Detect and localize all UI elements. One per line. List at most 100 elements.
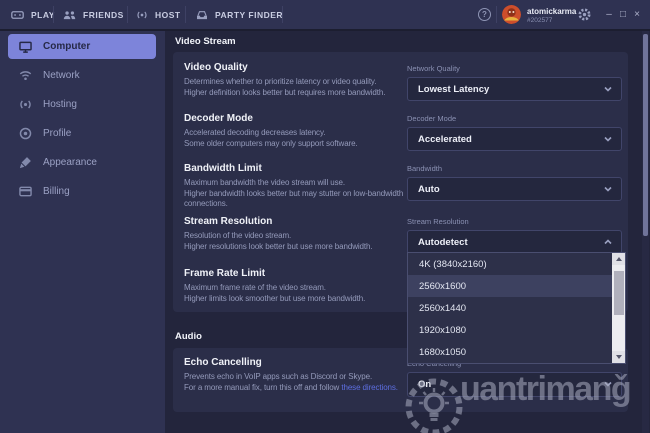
nav-divider bbox=[282, 6, 283, 23]
setting-description: Accelerated decoding decreases latency. bbox=[184, 128, 412, 139]
sidebar-item-billing[interactable]: Billing bbox=[8, 179, 156, 204]
appearance-icon bbox=[19, 156, 32, 169]
tab-friends[interactable]: FRIENDS bbox=[63, 0, 124, 29]
setting-row-video-quality: Video Quality Determines whether to prio… bbox=[184, 62, 412, 98]
nav-divider bbox=[496, 6, 497, 23]
setting-row-echo-cancelling: Echo Cancelling Prevents echo in VoIP ap… bbox=[184, 357, 412, 393]
setting-description: Higher limits look smoother but use more… bbox=[184, 294, 412, 305]
select-value: Autodetect bbox=[418, 237, 468, 248]
setting-description: For a more manual fix, turn this off and… bbox=[184, 383, 412, 394]
setting-description: connections. bbox=[184, 199, 412, 210]
control-label: Decoder Mode bbox=[407, 114, 622, 123]
sidebar-item-network[interactable]: Network bbox=[8, 63, 156, 88]
username[interactable]: atomickarma bbox=[527, 7, 576, 16]
decoder-mode-select[interactable]: Accelerated bbox=[407, 127, 622, 151]
sidebar-item-profile[interactable]: Profile bbox=[8, 121, 156, 146]
these-directions-link[interactable]: these directions. bbox=[341, 383, 398, 392]
setting-title: Frame Rate Limit bbox=[184, 268, 412, 279]
setting-title: Bandwidth Limit bbox=[184, 163, 412, 174]
sidebar-item-hosting[interactable]: Hosting bbox=[8, 92, 156, 117]
chevron-down-icon bbox=[604, 86, 612, 92]
chevron-down-icon bbox=[604, 381, 612, 387]
tab-label: PARTY FINDER bbox=[215, 10, 283, 20]
bandwidth-control: Bandwidth Auto bbox=[407, 164, 622, 201]
setting-title: Stream Resolution bbox=[184, 216, 412, 227]
minimize-button[interactable]: – bbox=[603, 0, 615, 29]
select-value: On bbox=[418, 379, 431, 390]
control-label: Network Quality bbox=[407, 64, 622, 73]
audio-section-title: Audio bbox=[175, 331, 202, 342]
close-button[interactable]: × bbox=[631, 0, 643, 29]
setting-description: Some older computers may only support so… bbox=[184, 139, 412, 150]
parsec-window: PLAY FRIENDS HOST PARTY FINDER ? atomick… bbox=[0, 0, 650, 433]
page-scrollbar-thumb[interactable] bbox=[643, 34, 648, 236]
setting-description: Resolution of the video stream. bbox=[184, 231, 412, 242]
dropdown-option-2560x1440[interactable]: 2560x1440 bbox=[408, 297, 625, 319]
scrollbar-thumb[interactable] bbox=[614, 271, 624, 315]
scroll-down-button[interactable] bbox=[612, 351, 625, 363]
control-label: Bandwidth bbox=[407, 164, 622, 173]
billing-icon bbox=[19, 186, 32, 197]
tab-label: FRIENDS bbox=[83, 10, 124, 20]
bandwidth-select[interactable]: Auto bbox=[407, 177, 622, 201]
echo-cancelling-select[interactable]: On bbox=[407, 372, 622, 397]
page-scrollbar[interactable] bbox=[642, 31, 649, 433]
chevron-down-icon bbox=[604, 186, 612, 192]
nav-divider bbox=[127, 6, 128, 23]
select-value: Lowest Latency bbox=[418, 84, 489, 95]
chevron-down-icon bbox=[604, 136, 612, 142]
sidebar-item-label: Network bbox=[43, 70, 80, 81]
select-value: Accelerated bbox=[418, 134, 472, 145]
tab-host[interactable]: HOST bbox=[136, 0, 181, 29]
avatar-image bbox=[502, 5, 521, 24]
sidebar-item-label: Billing bbox=[43, 186, 70, 197]
dropdown-option-1680x1050[interactable]: 1680x1050 bbox=[408, 341, 625, 363]
setting-row-decoder-mode: Decoder Mode Accelerated decoding decrea… bbox=[184, 113, 412, 149]
profile-icon bbox=[19, 127, 32, 140]
decoder-mode-control: Decoder Mode Accelerated bbox=[407, 114, 622, 151]
select-value: Auto bbox=[418, 184, 440, 195]
setting-description: Maximum bandwidth the video stream will … bbox=[184, 178, 412, 189]
maximize-button[interactable]: □ bbox=[617, 0, 629, 29]
sidebar-item-label: Appearance bbox=[43, 157, 97, 168]
monitor-icon bbox=[19, 41, 32, 53]
broadcast-icon bbox=[19, 99, 32, 110]
help-icon[interactable]: ? bbox=[478, 8, 491, 21]
tab-label: HOST bbox=[155, 10, 181, 20]
tab-party-finder[interactable]: PARTY FINDER bbox=[196, 0, 283, 29]
sidebar-item-label: Computer bbox=[43, 41, 90, 52]
echo-cancelling-control: Echo Cancelling On bbox=[407, 359, 622, 397]
gear-icon[interactable] bbox=[577, 7, 592, 27]
resolution-dropdown-list: 4K (3840x2160) 2560x1600 2560x1440 1920x… bbox=[407, 252, 626, 364]
setting-description: Determines whether to prioritize latency… bbox=[184, 77, 412, 88]
setting-row-bandwidth-limit: Bandwidth Limit Maximum bandwidth the vi… bbox=[184, 163, 412, 210]
dropdown-scrollbar[interactable] bbox=[612, 253, 625, 363]
sidebar-item-appearance[interactable]: Appearance bbox=[8, 150, 156, 175]
video-stream-section-title: Video Stream bbox=[175, 36, 236, 47]
party-finder-icon bbox=[196, 10, 208, 20]
network-quality-control: Network Quality Lowest Latency bbox=[407, 64, 622, 101]
setting-row-stream-resolution: Stream Resolution Resolution of the vide… bbox=[184, 216, 412, 252]
wifi-icon bbox=[19, 70, 32, 81]
setting-description: Higher definition looks better but requi… bbox=[184, 88, 412, 99]
stream-resolution-control: Stream Resolution Autodetect bbox=[407, 217, 622, 254]
sidebar: Computer Network Hosting Profile Appeara… bbox=[0, 31, 165, 433]
nav-divider bbox=[185, 6, 186, 23]
nav-divider bbox=[53, 6, 54, 23]
dropdown-option-1920x1080[interactable]: 1920x1080 bbox=[408, 319, 625, 341]
network-quality-select[interactable]: Lowest Latency bbox=[407, 77, 622, 101]
dropdown-option-2560x1600[interactable]: 2560x1600 bbox=[408, 275, 625, 297]
sidebar-item-label: Hosting bbox=[43, 99, 77, 110]
sidebar-item-computer[interactable]: Computer bbox=[8, 34, 156, 59]
avatar[interactable] bbox=[502, 5, 521, 24]
dropdown-option-4k[interactable]: 4K (3840x2160) bbox=[408, 253, 625, 275]
setting-description: Maximum frame rate of the video stream. bbox=[184, 283, 412, 294]
tab-play[interactable]: PLAY bbox=[11, 0, 55, 29]
chevron-up-icon bbox=[604, 239, 612, 245]
broadcast-icon bbox=[136, 10, 148, 20]
scroll-up-button[interactable] bbox=[612, 253, 625, 265]
setting-description: Higher bandwidth looks better but may st… bbox=[184, 189, 412, 200]
stream-resolution-select[interactable]: Autodetect bbox=[407, 230, 622, 254]
setting-title: Video Quality bbox=[184, 62, 412, 73]
top-bar: PLAY FRIENDS HOST PARTY FINDER ? atomick… bbox=[0, 0, 650, 31]
